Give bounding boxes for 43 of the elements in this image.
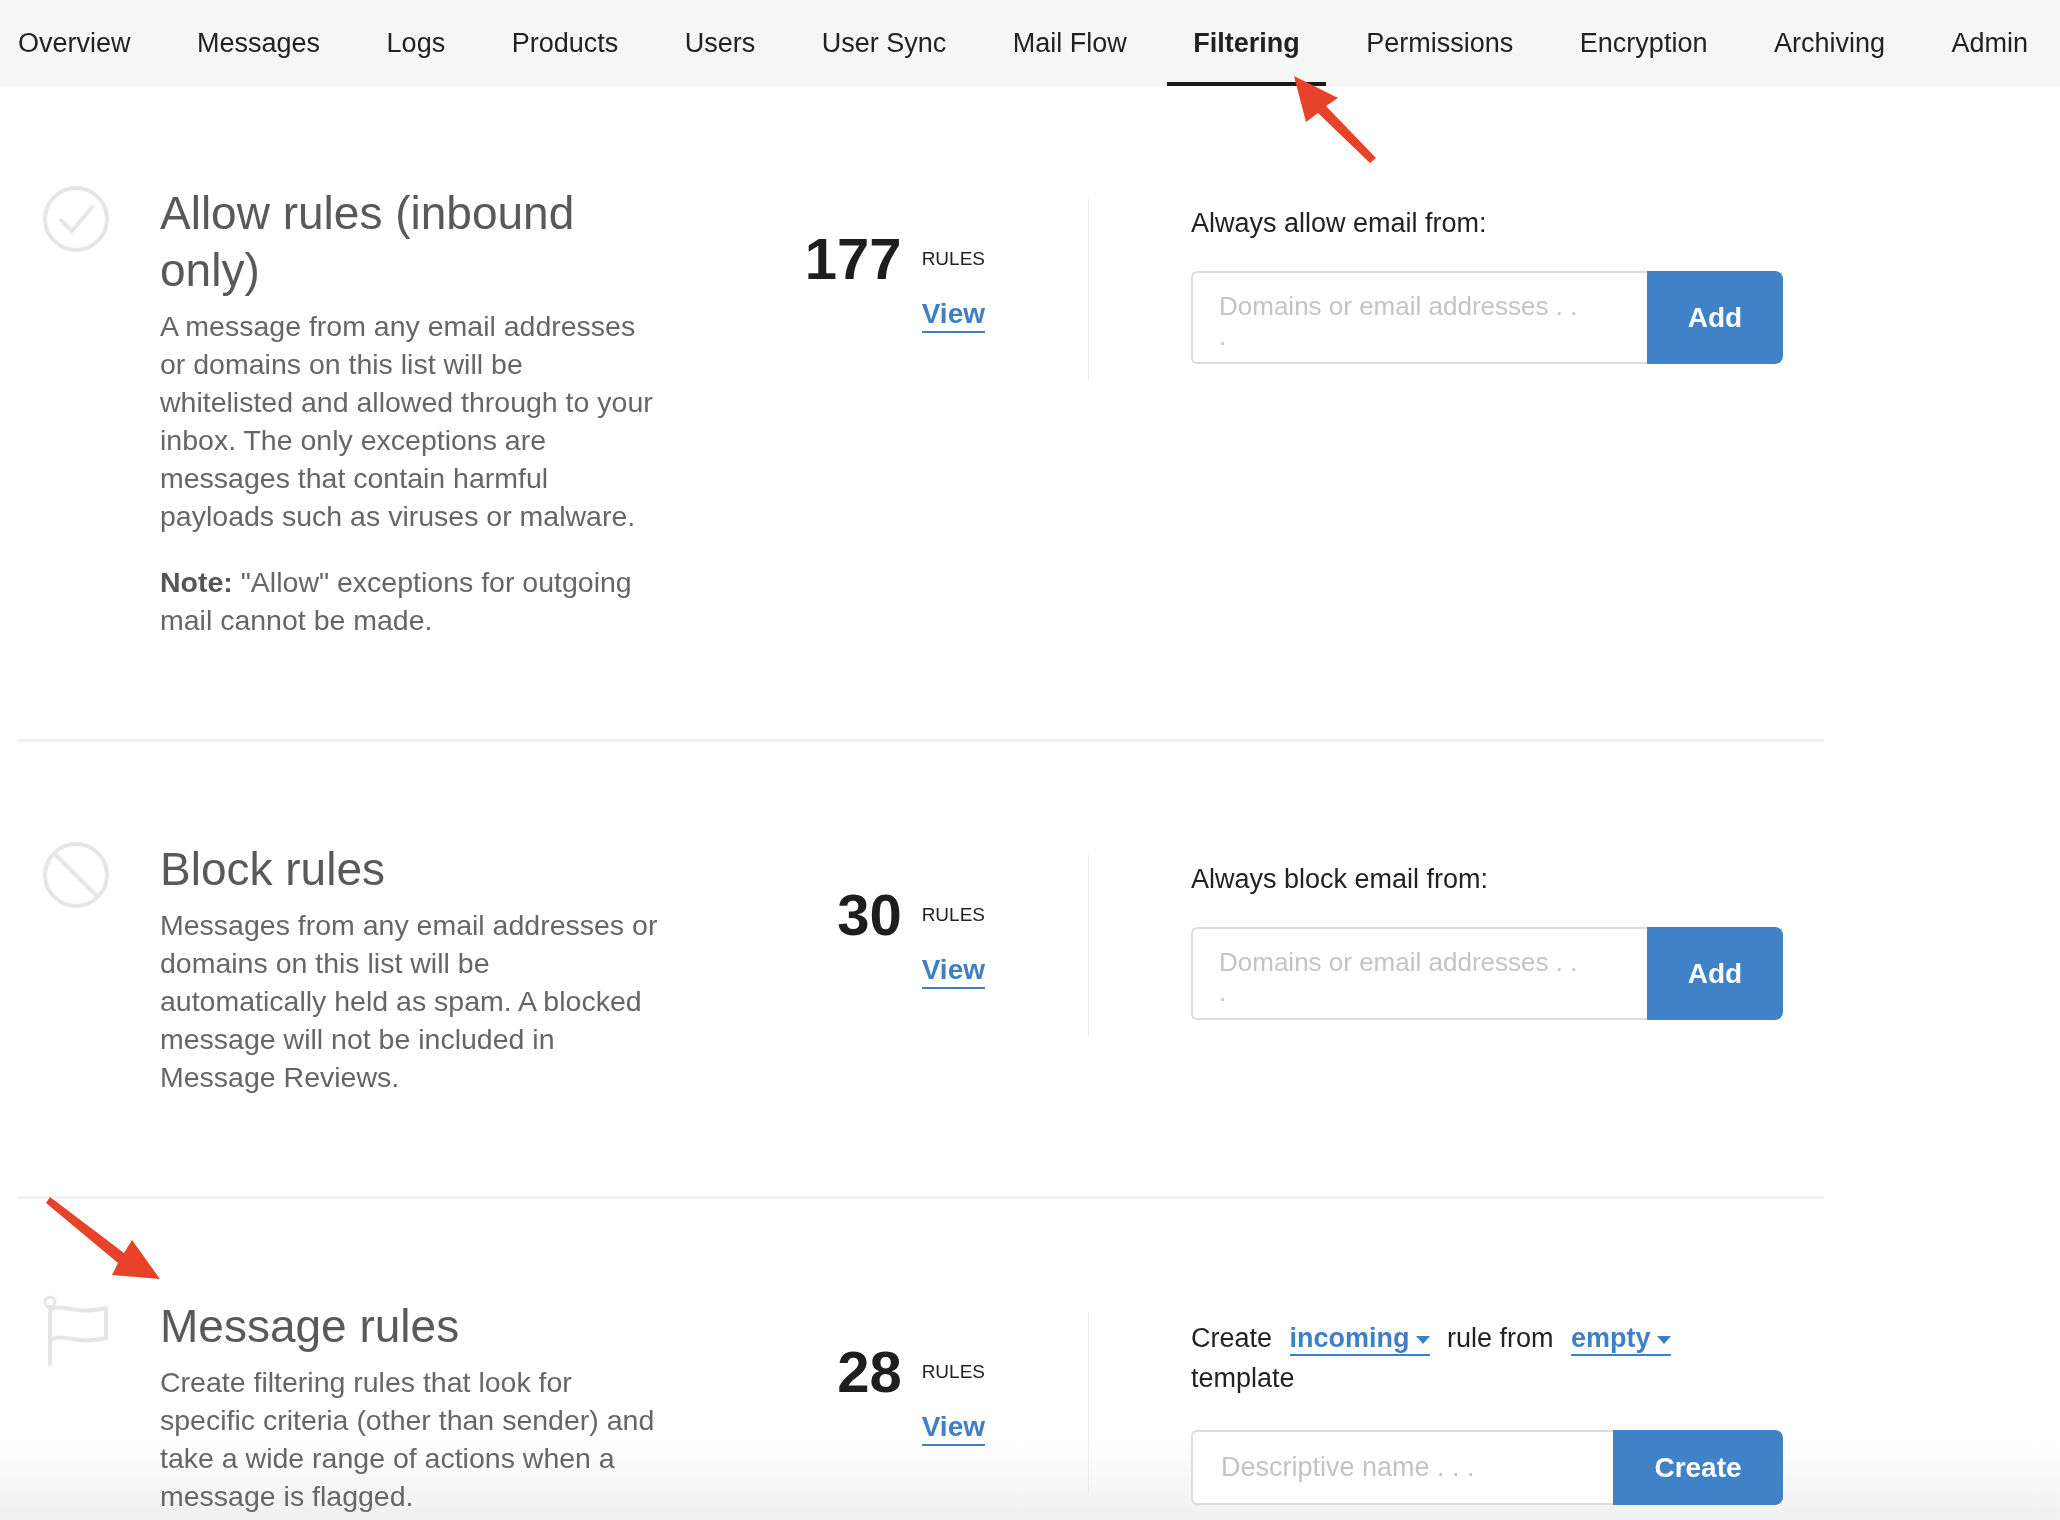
count-unit: RULES <box>921 1361 985 1383</box>
flag-icon <box>42 1294 110 1366</box>
nav-tab[interactable]: Messages <box>171 0 347 86</box>
count-unit: RULES <box>921 904 985 926</box>
field-label: Always allow email from: <box>1191 207 1488 240</box>
dropdown-link[interactable]: empty <box>1571 1322 1671 1356</box>
nav-tab[interactable]: User Sync <box>795 0 973 86</box>
rule-count: 30 <box>837 883 902 947</box>
nav-tab[interactable]: Overview <box>0 0 157 86</box>
nav-tab[interactable]: Permissions <box>1340 0 1540 86</box>
rule-count: 28 <box>837 1340 902 1404</box>
caret-icon <box>1656 1335 1671 1344</box>
nav-tab[interactable]: Mail Flow <box>986 0 1153 86</box>
count-unit: RULES <box>921 248 985 270</box>
nav-tab[interactable]: Archiving <box>1747 0 1911 86</box>
field-label: Always block email from: <box>1191 863 1490 896</box>
view-link[interactable]: View <box>921 297 985 333</box>
section-description: A message from any email addresses or domains on this list will be whitelisted and allowed through to your inbox. The only exceptions are messages that contain harmful payloads such as viruses or malware. <box>160 309 654 534</box>
note-text: Note: "Allow" exceptions for outgoing mail cannot be made. <box>160 565 633 638</box>
section-title: Block rules <box>160 842 386 897</box>
section-title: Allow rules (inbound only) <box>160 186 576 298</box>
prohibited-icon <box>42 841 110 909</box>
nav-tab[interactable]: Users <box>658 0 782 86</box>
create-button[interactable]: Create <box>1613 1430 1783 1505</box>
view-link[interactable]: View <box>921 953 985 989</box>
view-link[interactable]: View <box>921 1410 985 1446</box>
nav-tab[interactable]: Encryption <box>1553 0 1734 86</box>
rule-sentence: Create incoming rule from empty template <box>1191 1318 1751 1398</box>
input-field[interactable]: Descriptive name . . . <box>1191 1430 1613 1505</box>
input-field[interactable]: Domains or email addresses . . . <box>1191 927 1647 1020</box>
add-button[interactable]: Add <box>1647 271 1783 364</box>
section-description: Create filtering rules that look for specific criteria (other than sender) and take a wide range of actions when a message is flagged. <box>160 1365 656 1514</box>
section-description: Messages from any email addresses or domains on this list will be automatically held as spam. A blocked message will not be included in Message Reviews. <box>160 908 659 1095</box>
caret-icon <box>1415 1335 1430 1344</box>
input-field[interactable]: Domains or email addresses . . . <box>1191 271 1647 364</box>
section-title: Message rules <box>160 1299 461 1354</box>
nav-tab[interactable]: Logs <box>360 0 472 86</box>
rule-count: 177 <box>804 227 902 291</box>
add-button[interactable]: Add <box>1647 927 1783 1020</box>
dropdown-link[interactable]: incoming <box>1289 1322 1430 1356</box>
nav-tab[interactable]: Admin <box>1925 0 2054 86</box>
checkmark-circle-icon <box>42 185 110 253</box>
nav-tab[interactable]: Products <box>485 0 645 86</box>
